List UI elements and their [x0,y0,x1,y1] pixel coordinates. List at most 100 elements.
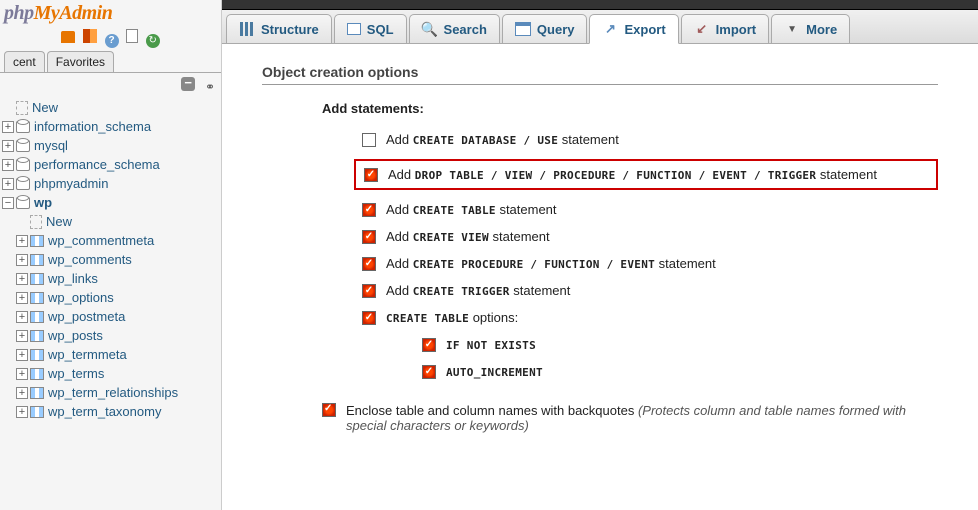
tree-db-item[interactable]: + phpmyadmin [2,174,221,193]
tree-table-item[interactable]: + wp_options [16,288,221,307]
table-icon [30,368,44,380]
expand-toggle[interactable]: + [2,121,14,133]
tree-db-item[interactable]: + mysql [2,136,221,155]
tree-new-db[interactable]: New [2,98,221,117]
option-label: Add CREATE VIEW statement [386,229,550,244]
sidebar-tab-favorites[interactable]: Favorites [47,51,114,72]
tree-table-item[interactable]: + wp_term_taxonomy [16,402,221,421]
option-label: Add CREATE TABLE statement [386,202,557,217]
db-link[interactable]: phpmyadmin [34,176,108,191]
tree-table-item[interactable]: + wp_postmeta [16,307,221,326]
option-checkbox[interactable] [362,311,376,325]
export-option: CREATE TABLE options: [362,310,938,325]
tree-new-table[interactable]: New [16,212,221,231]
option-label: AUTO_INCREMENT [446,364,543,379]
new-icon [16,101,28,115]
table-link[interactable]: wp_posts [48,328,103,343]
collapse-icon[interactable] [181,77,195,91]
tab-more[interactable]: More [771,14,850,43]
enclose-label: Enclose table and column names with back… [346,403,938,433]
option-checkbox[interactable] [362,257,376,271]
logo-text-php: php [4,2,34,25]
option-checkbox[interactable] [362,230,376,244]
table-link[interactable]: wp_postmeta [48,309,125,324]
expand-toggle[interactable]: + [16,273,28,285]
export-sub-option: IF NOT EXISTS [422,337,938,352]
table-link[interactable]: wp_comments [48,252,132,267]
tree-db-item[interactable]: + information_schema [2,117,221,136]
expand-toggle[interactable]: + [16,330,28,342]
expand-toggle[interactable]: + [16,292,28,304]
db-link[interactable]: information_schema [34,119,151,134]
table-link[interactable]: wp_links [48,271,98,286]
tree-controls: ⚭ [0,73,221,98]
tab-search[interactable]: 🔍Search [409,14,500,43]
option-label: Add CREATE PROCEDURE / FUNCTION / EVENT … [386,256,716,271]
option-label: Add CREATE DATABASE / USE statement [386,132,619,147]
expand-toggle[interactable]: + [16,368,28,380]
new-db-link[interactable]: New [32,100,58,115]
active-db-link[interactable]: wp [34,195,52,210]
table-link[interactable]: wp_termmeta [48,347,127,362]
expand-toggle[interactable]: + [16,387,28,399]
expand-toggle[interactable]: + [2,140,14,152]
option-checkbox[interactable] [422,365,436,379]
new-table-link[interactable]: New [46,214,72,229]
tab-import[interactable]: Import [681,14,769,43]
table-link[interactable]: wp_terms [48,366,104,381]
database-icon [16,140,30,152]
enclose-checkbox[interactable] [322,403,336,417]
export-option: Add CREATE TRIGGER statement [362,283,938,298]
refresh-icon[interactable]: ↻ [146,34,160,48]
option-checkbox[interactable] [364,168,378,182]
export-option: Add CREATE DATABASE / USE statement [362,132,938,147]
db-link[interactable]: performance_schema [34,157,160,172]
tree-active-db[interactable]: − wp [2,193,221,212]
expand-toggle[interactable]: + [16,311,28,323]
docs-icon[interactable] [126,29,138,43]
help-icon[interactable]: ? [105,34,119,48]
option-label: Add CREATE TRIGGER statement [386,283,570,298]
option-checkbox[interactable] [362,203,376,217]
expand-toggle[interactable]: + [2,178,14,190]
option-checkbox[interactable] [362,133,376,147]
window-titlebar [222,0,978,10]
home-icon[interactable] [61,31,75,43]
expand-toggle[interactable]: + [16,235,28,247]
sidebar-tab-recent[interactable]: cent [4,51,45,72]
tree-table-item[interactable]: + wp_termmeta [16,345,221,364]
table-link[interactable]: wp_term_taxonomy [48,404,161,419]
expand-toggle[interactable]: + [16,406,28,418]
tab-label: Search [444,22,487,37]
logo[interactable]: phpMyAdmin [0,3,221,23]
tree-table-item[interactable]: + wp_terms [16,364,221,383]
tree-table-item[interactable]: + wp_commentmeta [16,231,221,250]
expand-toggle[interactable]: + [2,159,14,171]
export-option: Add CREATE PROCEDURE / FUNCTION / EVENT … [362,256,938,271]
table-icon [30,349,44,361]
tab-label: Import [716,22,756,37]
table-link[interactable]: wp_term_relationships [48,385,178,400]
tab-structure[interactable]: Structure [226,14,332,43]
option-checkbox[interactable] [422,338,436,352]
table-link[interactable]: wp_commentmeta [48,233,154,248]
tree-table-item[interactable]: + wp_posts [16,326,221,345]
tab-label: More [806,22,837,37]
tree-table-item[interactable]: + wp_links [16,269,221,288]
tree-table-item[interactable]: + wp_comments [16,250,221,269]
expand-toggle[interactable]: + [16,254,28,266]
tree-db-item[interactable]: + performance_schema [2,155,221,174]
tab-export[interactable]: Export [589,14,678,44]
option-checkbox[interactable] [362,284,376,298]
link-icon[interactable]: ⚭ [201,80,215,94]
tree-table-item[interactable]: + wp_term_relationships [16,383,221,402]
expand-toggle[interactable]: + [16,349,28,361]
table-link[interactable]: wp_options [48,290,114,305]
logout-icon[interactable] [83,29,97,43]
db-link[interactable]: mysql [34,138,68,153]
more-icon [784,21,800,37]
tab-query[interactable]: Query [502,14,588,43]
option-label: CREATE TABLE options: [386,310,518,325]
collapse-toggle[interactable]: − [2,197,14,209]
tab-sql[interactable]: SQL [334,14,407,43]
